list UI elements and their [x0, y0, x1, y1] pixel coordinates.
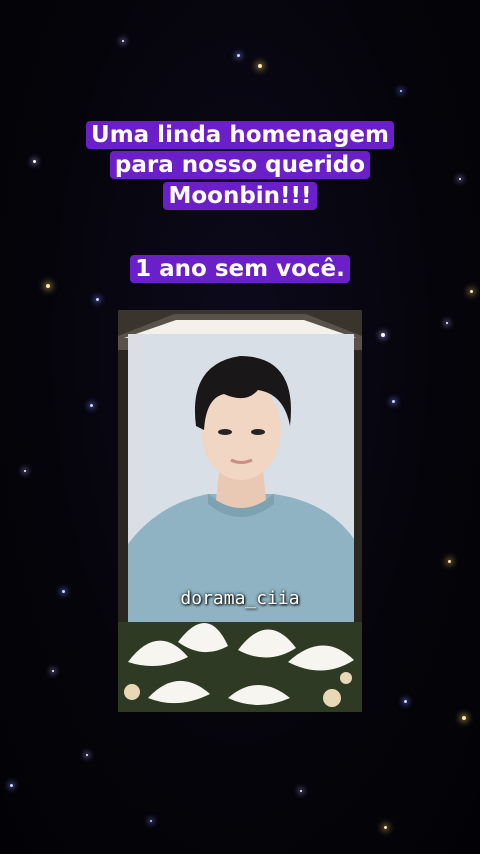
watermark-text: dorama_ciia	[180, 588, 300, 609]
star	[24, 470, 26, 472]
star	[46, 284, 50, 288]
star	[470, 290, 473, 293]
caption-line-2: para nosso querido	[109, 151, 371, 180]
caption-subtitle: 1 ano sem você.	[130, 255, 350, 283]
star	[90, 404, 93, 407]
star	[237, 54, 240, 57]
star	[52, 670, 54, 672]
video-frame: Uma linda homenagem para nosso querido M…	[0, 0, 480, 854]
caption-line-3: Moonbin!!!	[163, 181, 317, 210]
star	[392, 400, 395, 403]
star	[381, 333, 385, 337]
star	[86, 754, 88, 756]
star	[404, 700, 407, 703]
star	[96, 298, 99, 301]
star	[462, 716, 466, 720]
star	[446, 322, 448, 324]
lily-flowers	[118, 622, 362, 712]
memorial-photo-frame	[118, 310, 362, 712]
star	[448, 560, 451, 563]
star	[10, 784, 13, 787]
star	[150, 820, 152, 822]
star	[258, 64, 262, 68]
caption-line-1: Uma linda homenagem	[86, 121, 394, 149]
star	[122, 40, 124, 42]
tribute-caption: Uma linda homenagem para nosso querido M…	[0, 120, 480, 211]
subtitle-caption: 1 ano sem você.	[0, 254, 480, 284]
star	[400, 90, 402, 92]
star	[384, 826, 387, 829]
star	[300, 790, 302, 792]
